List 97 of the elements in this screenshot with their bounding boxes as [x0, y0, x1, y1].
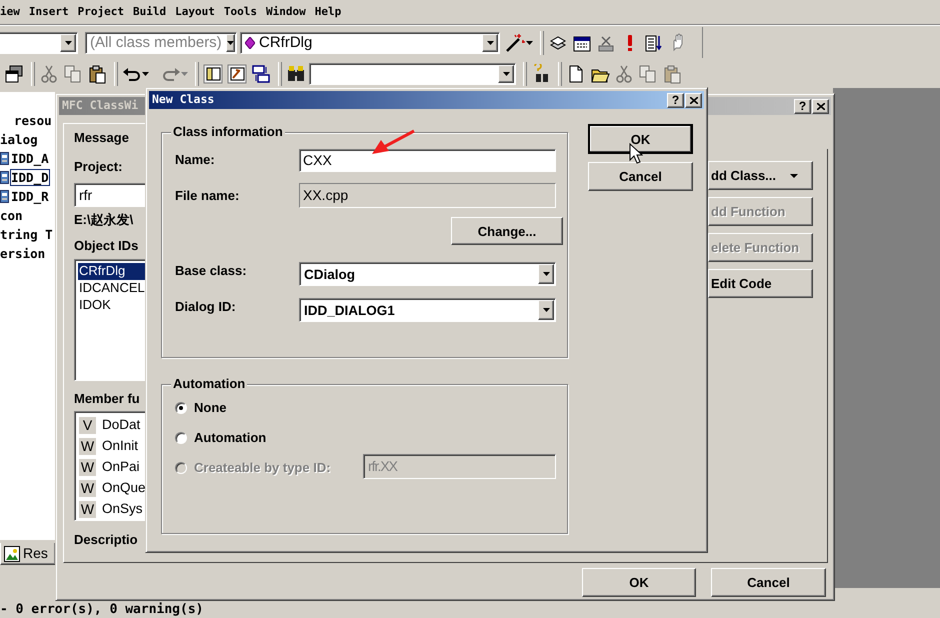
action-button[interactable]: Edit Code — [708, 269, 813, 298]
field-label: Member fu — [74, 391, 140, 407]
cancel-button[interactable]: Cancel — [711, 568, 826, 597]
caret-icon — [542, 308, 550, 312]
dropdown-button[interactable] — [538, 264, 554, 284]
change-button[interactable]: Change... — [451, 217, 563, 245]
radio-label[interactable]: Automation — [194, 430, 266, 446]
copy-icon[interactable] — [638, 64, 658, 84]
help-button[interactable]: ? — [794, 98, 811, 114]
class-combo[interactable] — [0, 32, 78, 54]
ok-button[interactable]: OK — [582, 568, 696, 597]
dropdown-button[interactable] — [538, 300, 554, 320]
dialog-id-combo[interactable]: IDD_DIALOG1 — [299, 298, 556, 322]
function-type-marker: V — [79, 417, 96, 434]
radio-button[interactable] — [175, 402, 187, 414]
caret-icon[interactable] — [526, 40, 533, 44]
dropdown-button[interactable] — [60, 34, 76, 52]
caret-icon — [64, 40, 72, 44]
action-button[interactable]: dd Class... — [708, 161, 813, 190]
workspace-icon[interactable] — [203, 64, 223, 84]
path-text: E:\赵永发\ — [74, 212, 134, 228]
function-type-marker: W — [79, 501, 96, 518]
close-button[interactable] — [685, 92, 702, 108]
function-type-marker: W — [79, 459, 96, 476]
list-item[interactable]: OnInit — [102, 438, 138, 455]
caret-icon — [542, 272, 550, 276]
field-label: Base class: — [175, 263, 247, 279]
dropdown-button[interactable] — [498, 64, 514, 82]
menu-item[interactable]: Build — [130, 4, 170, 20]
close-icon — [816, 102, 824, 110]
field-label: File name: — [175, 188, 240, 204]
annotation-arrow — [370, 129, 416, 157]
list-item[interactable]: CRfrDlg — [78, 263, 146, 280]
menu-item[interactable]: Project — [74, 4, 127, 20]
list-item[interactable]: OnSys — [102, 501, 143, 518]
field-label: Descriptio — [74, 532, 138, 548]
caret-icon — [502, 72, 510, 76]
ok-button[interactable]: OK — [588, 124, 693, 154]
window-title: MFC ClassWi — [62, 99, 138, 113]
list-item[interactable]: DoDat — [102, 417, 140, 434]
menu-item[interactable]: Layout — [172, 4, 218, 20]
tree-item[interactable]: ialog — [0, 132, 38, 147]
tree-item[interactable]: IDD_A — [11, 151, 49, 166]
caret-icon[interactable] — [142, 72, 149, 76]
tree-item[interactable]: ersion — [0, 246, 46, 261]
tree-item[interactable]: tring T — [0, 227, 53, 242]
close-button[interactable] — [812, 98, 829, 114]
field-label: Name: — [175, 152, 215, 168]
copy-icon[interactable] — [63, 64, 83, 84]
menu-item[interactable]: Window — [262, 4, 309, 20]
radio-button[interactable] — [175, 432, 187, 444]
field-label: Project: — [74, 159, 122, 175]
list-item[interactable]: OnPai — [102, 459, 140, 476]
caret-icon — [790, 174, 798, 178]
tab[interactable]: Message — [63, 123, 148, 150]
dropdown-button[interactable] — [226, 34, 235, 52]
function-type-marker: W — [79, 438, 96, 455]
dropdown-button[interactable] — [482, 34, 498, 52]
radio-label[interactable]: None — [194, 400, 226, 416]
caret-icon — [226, 40, 234, 44]
list-item[interactable]: IDOK — [78, 297, 146, 314]
tree-item[interactable]: IDD_R — [11, 189, 49, 204]
cursor-icon — [629, 143, 643, 165]
menu-item[interactable]: iew — [0, 4, 23, 20]
list-item[interactable]: OnQue — [102, 480, 146, 497]
menu-item[interactable]: Help — [312, 4, 344, 20]
wand-icon[interactable] — [504, 32, 526, 52]
help-button[interactable]: ? — [667, 92, 684, 108]
find-combo[interactable] — [309, 62, 516, 84]
name-field[interactable]: CXX — [299, 149, 556, 172]
menu-item[interactable]: Tools — [220, 4, 260, 20]
diamond-icon — [245, 36, 255, 48]
tree-item[interactable]: IDD_D — [11, 170, 49, 185]
tree-root[interactable]: resou — [14, 113, 52, 128]
workspace-tab[interactable]: Res — [0, 543, 56, 565]
resource-icon — [4, 546, 20, 562]
menu-item[interactable]: Insert — [26, 4, 72, 20]
member-combo[interactable]: CRfrDlg — [240, 32, 500, 54]
caret-icon — [486, 40, 494, 44]
paste-icon[interactable] — [87, 64, 107, 84]
windows-icon[interactable] — [4, 64, 24, 84]
tree-item[interactable]: con — [0, 208, 23, 223]
window-list-icon[interactable] — [251, 64, 271, 84]
window-title: New Class — [152, 93, 214, 107]
output-line: - 0 error(s), 0 warning(s) — [0, 602, 204, 617]
field-label: Object IDs — [74, 238, 138, 254]
function-type-marker: W — [79, 480, 96, 497]
binoculars-icon[interactable] — [286, 64, 306, 84]
list-item[interactable]: IDCANCEL — [78, 280, 146, 297]
close-icon — [690, 96, 698, 104]
list-sort-icon[interactable] — [644, 32, 664, 52]
cancel-button[interactable]: Cancel — [588, 162, 693, 191]
base-class-combo[interactable]: CDialog — [299, 262, 556, 286]
field-label: Dialog ID: — [175, 299, 236, 315]
project-field[interactable]: rfr — [74, 183, 146, 207]
scissors-icon[interactable] — [39, 64, 59, 84]
output-icon[interactable] — [227, 64, 247, 84]
